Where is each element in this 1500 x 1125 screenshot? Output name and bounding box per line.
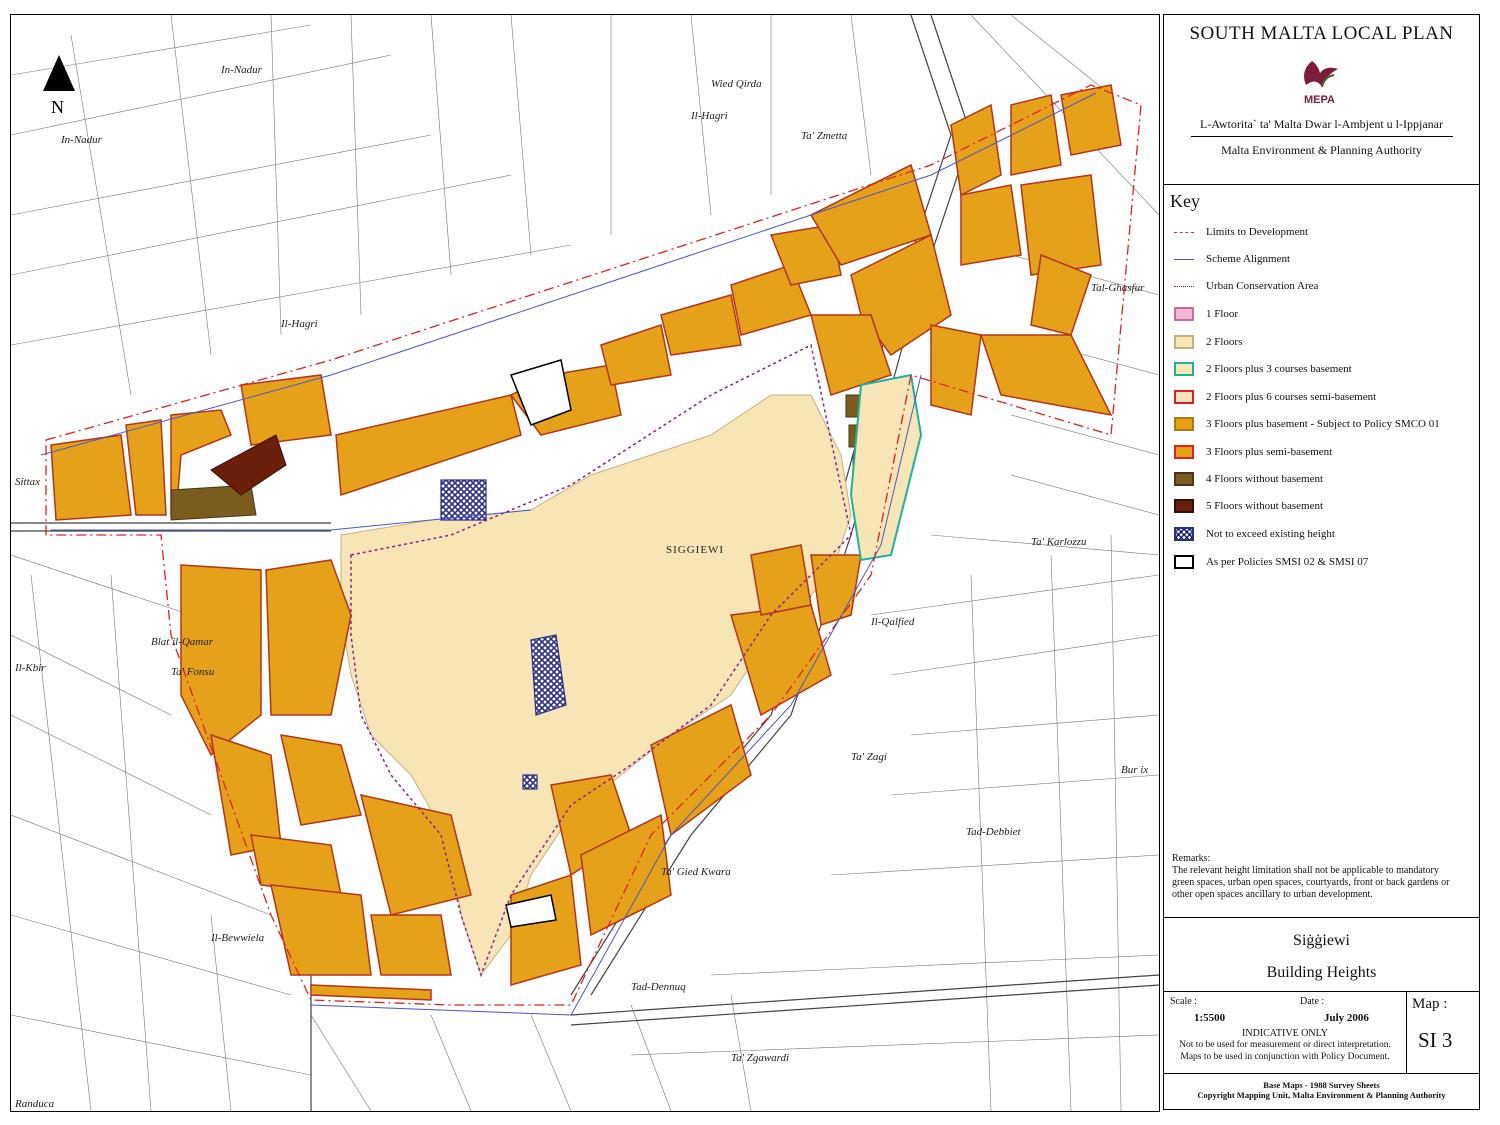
key-swatch (1174, 417, 1194, 431)
key-item-label: 3 Floors plus basement - Subject to Poli… (1206, 418, 1440, 430)
place-label: Ta' Zgawardi (731, 1052, 789, 1064)
key-swatch (1174, 307, 1194, 321)
place-label: Tad-Debbiet (966, 826, 1022, 838)
panel-header: SOUTH MALTA LOCAL PLAN MEPA L-Awtorita` … (1164, 15, 1479, 185)
key-swatch (1174, 527, 1194, 541)
north-arrow: N (43, 55, 75, 117)
key-item-label: As per Policies SMSI 02 & SMSI 07 (1206, 556, 1369, 568)
key-item-label: Scheme Alignment (1206, 253, 1291, 265)
mepa-logo: MEPA (1292, 57, 1352, 109)
place-label: Ta' Zmetta (801, 130, 848, 142)
map-id: SI 3 (1418, 1028, 1453, 1052)
key-line-symbol (1174, 231, 1194, 233)
place-label: Ta' Gied Kwara (661, 866, 731, 878)
footer-basemaps: Base Maps - 1988 Survey Sheets (1263, 1080, 1380, 1090)
key-swatch (1174, 390, 1194, 404)
divider (1190, 136, 1453, 137)
footer: Base Maps - 1988 Survey Sheets Copyright… (1164, 1074, 1479, 1111)
disclaimer-2: Maps to be used in conjunction with Poli… (1180, 1052, 1390, 1062)
key-swatch (1174, 335, 1194, 349)
logo-text: MEPA (1304, 94, 1335, 106)
key-swatch (1174, 445, 1194, 459)
key-item: As per Policies SMSI 02 & SMSI 07 (1174, 553, 1368, 571)
place-label: Tal-Ghasfur (1091, 282, 1145, 294)
org-english: Malta Environment & Planning Authority (1221, 143, 1422, 157)
legend-panel: SOUTH MALTA LOCAL PLAN MEPA L-Awtorita` … (1163, 14, 1480, 1110)
footer-copyright: Copyright Mapping Unit, Malta Environmen… (1197, 1090, 1446, 1100)
remarks-title: Remarks: (1172, 853, 1211, 864)
map-subject: Building Heights (1266, 964, 1377, 981)
place-label: Randuca (14, 1098, 55, 1110)
north-label: N (51, 97, 64, 117)
map-label: Map : (1412, 996, 1448, 1012)
plan-title: SOUTH MALTA LOCAL PLAN (1189, 23, 1454, 44)
place-label: Blat il-Qamar (151, 636, 214, 648)
locality-name: Siġġiewi (1293, 932, 1350, 949)
key-item: 2 Floors (1174, 333, 1242, 351)
meta-block: Scale : 1:5500 Date : July 2006 INDICATI… (1164, 992, 1479, 1074)
place-label: Wied Qirda (711, 78, 762, 90)
place-label: Il-Hagri (690, 110, 728, 122)
key-item-label: 2 Floors plus 6 courses semi-basement (1206, 391, 1377, 403)
disclaimer-1: Not to be used for measurement or direct… (1179, 1040, 1391, 1050)
org-maltese: L-Awtorita` ta' Malta Dwar l-Ambjent u l… (1200, 117, 1443, 131)
key-item-label: 5 Floors without basement (1206, 500, 1324, 512)
remarks-text: The relevant height limitation shall not… (1172, 865, 1450, 900)
key-item: Not to exceed existing height (1174, 525, 1335, 543)
key-item: Scheme Alignment (1174, 250, 1290, 268)
key-line-symbol (1174, 285, 1194, 287)
key-swatch (1174, 362, 1194, 376)
date-label: Date : (1300, 996, 1325, 1007)
place-label: Sittax (15, 476, 40, 488)
place-label: Il-Qalfied (870, 616, 915, 628)
key-item: Urban Conservation Area (1174, 277, 1318, 295)
key-item: 5 Floors without basement (1174, 497, 1323, 515)
place-label: Ta' Fonsu (171, 666, 215, 678)
town-label: SIGGIEWI (666, 544, 724, 556)
key-item-label: Urban Conservation Area (1206, 280, 1319, 292)
key-line-symbol (1174, 258, 1194, 260)
five-floor-block (210, 434, 287, 496)
title-block: Siġġiewi Building Heights (1164, 917, 1479, 992)
key-swatch (1174, 499, 1194, 513)
key-swatch (1174, 472, 1194, 486)
place-label: Bur ix (1121, 764, 1148, 776)
remarks: Remarks: The relevant height limitation … (1172, 853, 1462, 901)
scale-label: Scale : (1170, 996, 1197, 1007)
place-label: Il-Kbir (14, 662, 46, 674)
key-item: 1 Floor (1174, 305, 1238, 323)
place-label: Ta' Zagi (851, 751, 887, 763)
teal-outline-area (849, 373, 923, 562)
key-item: Limits to Development (1174, 223, 1308, 241)
map-id-block: Map : SI 3 (1406, 992, 1481, 1074)
key-title: Key (1170, 191, 1200, 211)
place-label: In-Nadur (60, 134, 103, 146)
key-item: 3 Floors plus semi-basement (1174, 443, 1332, 461)
key-item: 4 Floors without basement (1174, 470, 1323, 488)
key-item-label: 3 Floors plus semi-basement (1206, 446, 1333, 458)
map-frame[interactable]: N SIGGIEWI In-Nadur In-Nadur Ta' Zmetta … (10, 14, 1160, 1112)
place-label: Ta' Karlozzu (1031, 536, 1087, 548)
key-item-label: 4 Floors without basement (1206, 473, 1324, 485)
date-value: July 2006 (1324, 1012, 1369, 1024)
key-item: 3 Floors plus basement - Subject to Poli… (1174, 415, 1440, 433)
map-canvas[interactable]: N SIGGIEWI In-Nadur In-Nadur Ta' Zmetta … (11, 15, 1159, 1111)
key-item-label: 1 Floor (1206, 308, 1239, 320)
key-swatch (1174, 555, 1194, 569)
key-item-label: Not to exceed existing height (1206, 528, 1335, 540)
place-label: Il-Bewwiela (210, 932, 265, 944)
scale-value: 1:5500 (1194, 1012, 1226, 1024)
scale-date-block: Scale : 1:5500 Date : July 2006 INDICATI… (1164, 992, 1407, 1074)
place-label: Il-Hagri (280, 318, 318, 330)
indicative-note: INDICATIVE ONLY (1242, 1028, 1328, 1039)
key-section: Key Limits to Development Scheme Alignmen… (1164, 185, 1479, 925)
key-item-label: Limits to Development (1206, 226, 1309, 238)
place-label: In-Nadur (220, 64, 263, 76)
place-label: Tad-Dennuq (631, 981, 686, 993)
key-item-label: 2 Floors (1206, 336, 1243, 348)
key-item: 2 Floors plus 3 courses basement (1174, 360, 1352, 378)
key-item: 2 Floors plus 6 courses semi-basement (1174, 388, 1376, 406)
key-item-label: 2 Floors plus 3 courses basement (1206, 363, 1352, 375)
